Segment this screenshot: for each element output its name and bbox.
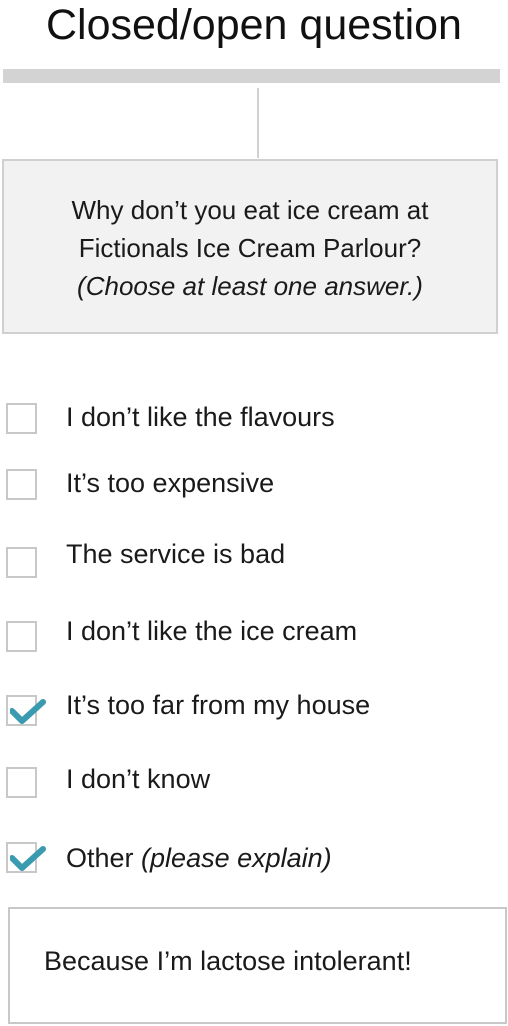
checkmark-icon [10, 846, 46, 871]
page-title: Closed/open question [46, 1, 462, 49]
option-service[interactable]: The service is bad [0, 536, 508, 578]
title-divider [3, 69, 500, 83]
option-ice-cream[interactable]: I don’t like the ice cream [0, 613, 508, 653]
checkbox-expensive[interactable] [6, 469, 37, 500]
option-other[interactable]: Other (please explain) [0, 840, 508, 880]
checkbox-flavours[interactable] [6, 403, 37, 434]
question-hint: (Choose at least one answer.) [77, 271, 423, 301]
checkbox-too-far[interactable] [6, 695, 46, 726]
option-dont-know[interactable]: I don’t know [0, 761, 508, 801]
option-expensive[interactable]: It’s too expensive [0, 465, 508, 505]
option-label-text: Other [66, 843, 134, 873]
option-label: Other (please explain) [66, 840, 332, 876]
checkbox-service[interactable] [6, 547, 37, 578]
question-text-line-2: Fictionals Ice Cream Parlour? [78, 233, 422, 263]
option-label-hint: (please explain) [141, 843, 332, 873]
option-label: It’s too far from my house [66, 690, 371, 720]
option-label: I don’t know [66, 764, 211, 794]
option-too-far[interactable]: It’s too far from my house [0, 687, 508, 727]
option-flavours[interactable]: I don’t like the flavours [0, 399, 508, 439]
checkmark-icon [10, 699, 46, 724]
checkbox-dont-know[interactable] [6, 767, 37, 798]
checkbox-ice-cream[interactable] [6, 621, 37, 652]
other-explanation-field[interactable]: Because I’m lactose intolerant! [8, 907, 507, 1024]
option-label: I don’t like the flavours [66, 402, 335, 432]
option-label: The service is bad [66, 539, 286, 569]
option-label: I don’t like the ice cream [66, 616, 358, 646]
question-box: Why don’t you eat ice cream at Fictional… [2, 159, 498, 334]
question-text-line-1: Why don’t you eat ice cream at [71, 195, 429, 225]
option-label: It’s too expensive [66, 468, 275, 498]
checkbox-other[interactable] [6, 842, 46, 873]
other-explanation-value: Because I’m lactose intolerant! [44, 946, 412, 976]
connector-line [257, 88, 259, 158]
